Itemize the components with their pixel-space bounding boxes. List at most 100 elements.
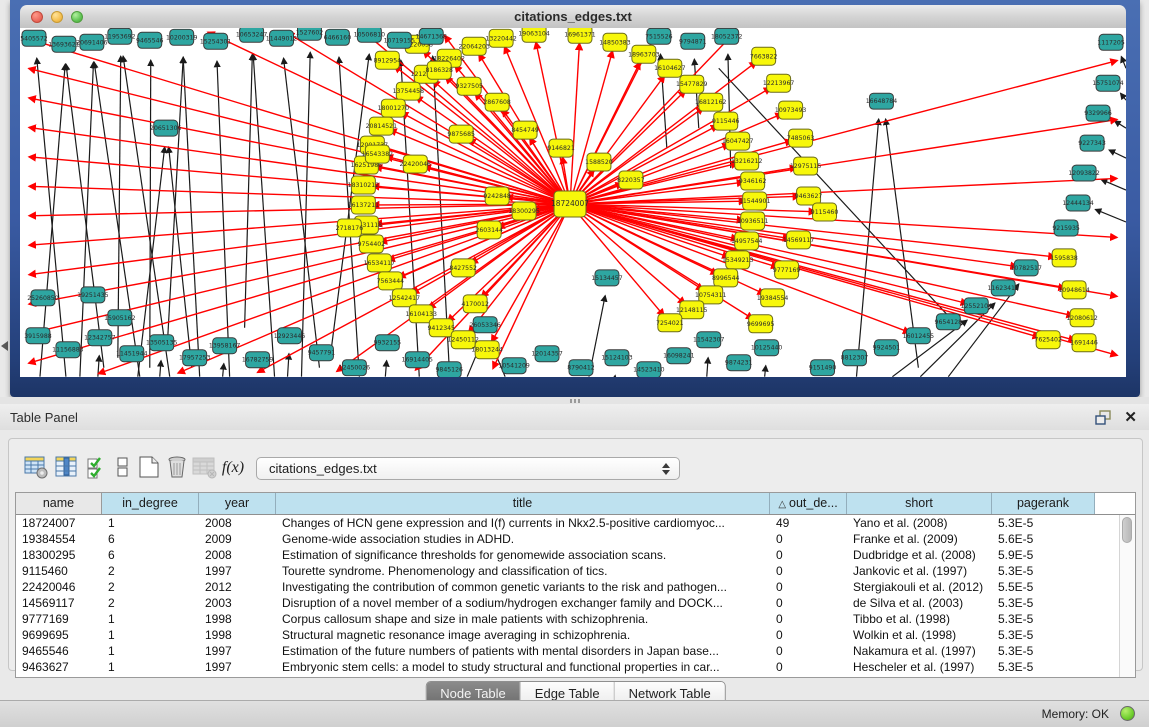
selected-node[interactable]: 13754458 [393, 82, 424, 100]
selected-node[interactable]: 12975115 [790, 157, 821, 175]
graph-node[interactable]: 11451944 [116, 346, 147, 362]
graph-node[interactable]: 14523410 [633, 362, 664, 377]
graph-node[interactable]: 9932155 [374, 335, 402, 351]
graph-node[interactable]: 10653247 [236, 28, 267, 42]
citation-edge-black[interactable] [301, 52, 310, 376]
table-row[interactable]: 911546021997Tourette syndrome. Phenomeno… [16, 563, 1135, 579]
graph-node[interactable]: 9329966 [1084, 105, 1112, 121]
selected-node[interactable]: 14957544 [731, 232, 762, 250]
selected-node[interactable]: 19384554 [757, 289, 788, 307]
graph-node[interactable]: 9151490 [809, 360, 837, 376]
selected-node[interactable]: 12080612 [1066, 309, 1097, 327]
selected-node[interactable]: 12213967 [763, 74, 794, 92]
selected-node[interactable]: 7485063 [787, 129, 815, 147]
selected-node[interactable]: 2603144 [475, 221, 503, 239]
citation-edge-red[interactable] [570, 204, 1117, 355]
graph-node[interactable]: 16782759 [242, 352, 273, 368]
graph-node[interactable]: 10506810 [354, 28, 385, 42]
graph-node[interactable]: 11953692 [104, 28, 135, 44]
graph-node[interactable]: 20691406 [76, 34, 107, 50]
selected-node[interactable]: 18963703 [628, 45, 659, 63]
selected-node[interactable]: 9346162 [739, 172, 767, 190]
selected-node[interactable]: 9115460 [811, 203, 839, 221]
selected-node[interactable]: 16812162 [695, 93, 726, 111]
graph-node[interactable]: 10541209 [498, 358, 529, 374]
selected-node[interactable]: 18310212 [348, 176, 379, 194]
graph-node[interactable]: 16648784 [866, 93, 897, 109]
column-header-in_degree[interactable]: in_degree [102, 493, 199, 514]
table-selector-dropdown[interactable]: citations_edges.txt [256, 457, 680, 480]
graph-node[interactable]: 12093822 [1068, 165, 1099, 181]
graph-node[interactable]: 12014357 [531, 346, 562, 362]
selected-node[interactable]: 10948614 [1058, 281, 1089, 299]
selected-node[interactable]: 9146821 [547, 139, 575, 157]
selected-node[interactable]: 2718176 [336, 219, 364, 237]
graph-node[interactable]: 12923446 [274, 328, 305, 344]
selected-node[interactable]: 9463627 [795, 187, 823, 205]
graph-node[interactable]: 12552104 [961, 298, 992, 314]
selected-node[interactable]: 16137211 [348, 196, 379, 214]
graph-node[interactable]: 10719155 [384, 32, 415, 48]
graph-node[interactable]: 9465546 [136, 32, 164, 48]
graph-node[interactable]: 9227343 [1078, 135, 1106, 151]
column-header-pagerank[interactable]: pagerank [992, 493, 1095, 514]
selected-node[interactable]: 8454749 [511, 121, 539, 139]
selected-node[interactable]: 14850383 [599, 33, 630, 51]
selected-node[interactable]: 18300295 [508, 202, 539, 220]
graph-node[interactable]: 15751074 [1092, 75, 1123, 91]
graph-node[interactable]: 8812307 [841, 350, 869, 366]
selected-node[interactable]: 8220357 [617, 171, 645, 189]
network-window-titlebar[interactable]: citations_edges.txt [20, 5, 1126, 29]
table-row[interactable]: 977716911998Corpus callosum shape and si… [16, 611, 1135, 627]
table-row[interactable]: 946362711997Embryonic stem cells: a mode… [16, 659, 1135, 675]
table-row[interactable]: 1872400712008Changes of HCN gene express… [16, 515, 1135, 531]
column-header-year[interactable]: year [199, 493, 276, 514]
citation-edge-black[interactable] [765, 366, 766, 377]
show-column-icon[interactable] [54, 455, 80, 481]
graph-node[interactable]: 9845126 [435, 362, 463, 377]
selected-node[interactable]: 7563444 [377, 272, 405, 290]
selected-node[interactable]: 4170012 [461, 295, 489, 313]
selected-node[interactable]: 8912954 [374, 51, 402, 69]
citation-edge-black[interactable] [288, 354, 289, 377]
new-column-icon[interactable] [136, 455, 162, 481]
splitter-grip[interactable] [570, 399, 580, 403]
table-row[interactable]: 1830029562008Estimation of significance … [16, 547, 1135, 563]
citation-edge-black[interactable] [1095, 209, 1126, 222]
selected-node[interactable]: 9327505 [455, 77, 483, 95]
graph-node[interactable]: 16098241 [663, 348, 694, 364]
graph-node[interactable]: 5405572 [20, 30, 48, 46]
graph-node[interactable]: 7515526 [645, 28, 673, 44]
selected-node[interactable]: 1588520 [585, 153, 613, 171]
graph-node[interactable]: 9457791 [308, 345, 336, 361]
selected-node[interactable]: 8186328 [425, 61, 453, 79]
graph-node[interactable]: 18052372 [711, 28, 742, 44]
graph-node[interactable]: 9215935 [1052, 220, 1080, 236]
graph-node[interactable]: 20651306 [150, 120, 181, 136]
graph-node[interactable]: 9654128 [935, 314, 963, 330]
graph-node[interactable]: 10200319 [166, 29, 197, 45]
graph-node[interactable]: 15134457 [591, 270, 622, 286]
table-row[interactable]: 2242004622012Investigating the contribut… [16, 579, 1135, 595]
column-header-name[interactable]: name [16, 493, 102, 514]
delete-column-icon[interactable] [164, 455, 190, 481]
graph-node[interactable]: 15254301 [200, 33, 231, 49]
citation-edge-black[interactable] [168, 57, 183, 338]
citation-edge-black[interactable] [1101, 180, 1126, 190]
table-row[interactable]: 946554611997Estimation of the future num… [16, 643, 1135, 659]
graph-node[interactable]: 16012455 [903, 328, 934, 344]
citation-edge-black[interactable] [707, 358, 708, 377]
selected-node[interactable]: 8996544 [712, 269, 740, 287]
graph-node[interactable]: 13958167 [209, 338, 240, 354]
table-row[interactable]: 1938455462009Genome-wide association stu… [16, 531, 1135, 547]
selected-node[interactable]: 7663822 [750, 47, 778, 65]
selected-node[interactable]: 16104627 [654, 59, 685, 77]
selected-node[interactable]: 9754402 [358, 235, 386, 253]
citation-edge-red[interactable] [287, 33, 570, 204]
citation-edge-black[interactable] [160, 361, 161, 377]
selected-node[interactable]: 9777169 [773, 261, 801, 279]
graph-node[interactable]: 16914405 [402, 352, 433, 368]
graph-node[interactable]: 11623412 [988, 280, 1019, 296]
graph-node[interactable]: 1527602 [296, 28, 324, 40]
citation-edge-red[interactable] [570, 43, 579, 204]
